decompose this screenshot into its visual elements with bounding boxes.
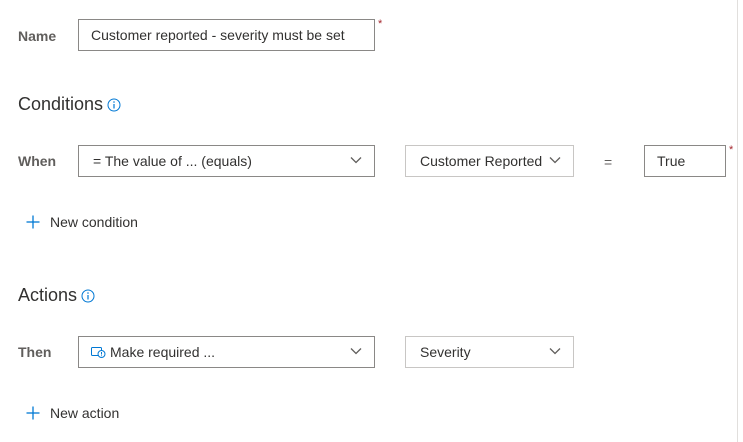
panel-right-border xyxy=(737,0,738,442)
conditions-info-icon[interactable] xyxy=(107,98,121,112)
equals-sign: = xyxy=(604,154,613,170)
make-required-icon xyxy=(91,347,106,358)
condition-value-input[interactable]: True xyxy=(644,145,726,177)
new-action-label: New action xyxy=(50,405,120,421)
action-field-select[interactable]: Severity xyxy=(405,336,574,368)
condition-operator-select[interactable]: = The value of ... (equals) xyxy=(78,145,375,177)
condition-value-required-mark: * xyxy=(729,144,734,156)
new-condition-label: New condition xyxy=(50,214,138,230)
actions-heading-text: Actions xyxy=(18,285,78,305)
name-input-value: Customer reported - severity must be set xyxy=(91,27,345,43)
condition-field-value: Customer Reported xyxy=(420,153,543,169)
actions-info-icon[interactable] xyxy=(81,289,95,303)
plus-icon xyxy=(26,215,40,229)
chevron-down-icon xyxy=(350,348,362,355)
actions-heading: Actions xyxy=(18,285,95,306)
plus-icon xyxy=(26,406,40,420)
condition-value-text: True xyxy=(657,153,686,169)
new-condition-button[interactable]: New condition xyxy=(26,214,138,230)
conditions-heading-text: Conditions xyxy=(18,94,104,114)
conditions-heading: Conditions xyxy=(18,94,121,115)
action-type-value: Make required ... xyxy=(110,344,216,360)
action-type-select[interactable]: Make required ... xyxy=(78,336,375,368)
condition-operator-value: = The value of ... (equals) xyxy=(93,153,252,169)
name-input[interactable]: Customer reported - severity must be set xyxy=(78,19,375,51)
chevron-down-icon xyxy=(549,157,561,164)
condition-field-select[interactable]: Customer Reported xyxy=(405,145,574,177)
then-label: Then xyxy=(18,344,52,360)
name-required-mark: * xyxy=(378,18,383,30)
new-action-button[interactable]: New action xyxy=(26,405,119,421)
chevron-down-icon xyxy=(350,157,362,164)
name-label: Name xyxy=(18,28,57,44)
action-field-value: Severity xyxy=(420,344,471,360)
when-label: When xyxy=(18,153,57,169)
chevron-down-icon xyxy=(549,348,561,355)
